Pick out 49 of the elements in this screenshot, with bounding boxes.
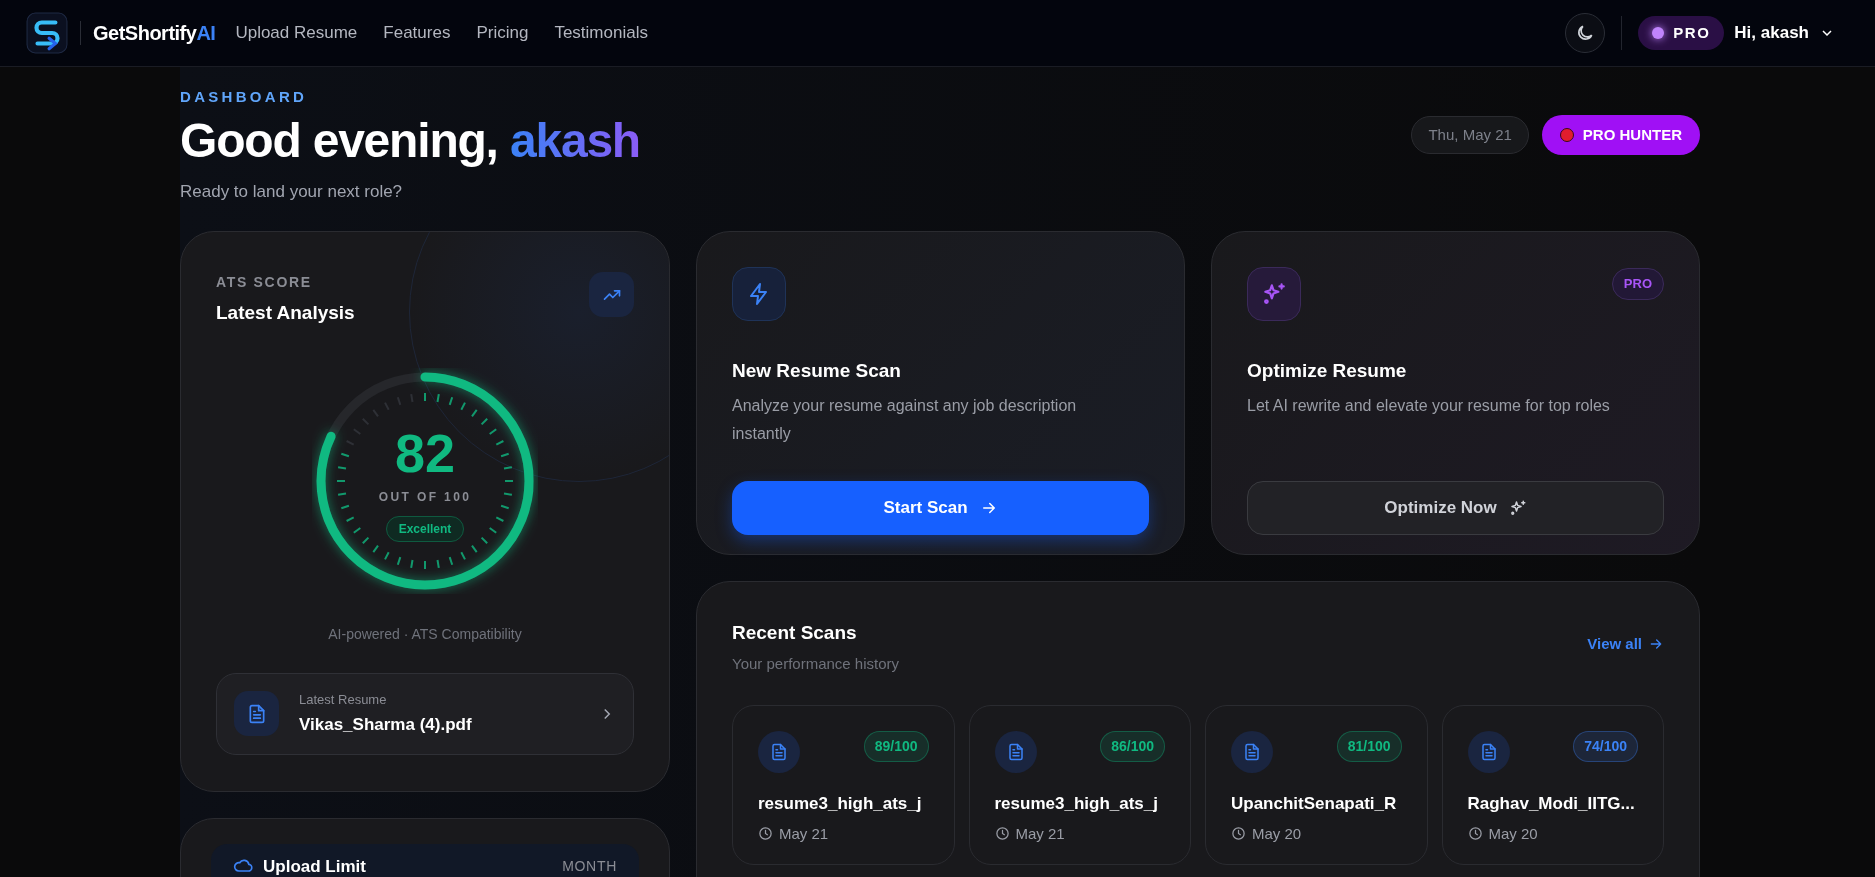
- file-name: resume3_high_ats_j: [758, 793, 923, 815]
- nav-link[interactable]: Features: [383, 20, 451, 46]
- nav-link[interactable]: Pricing: [476, 20, 529, 46]
- date-badge: Thu, May 21: [1411, 116, 1529, 154]
- scan-date: May 21: [1015, 823, 1065, 844]
- scan-item-card[interactable]: 89/100 resume3_high_ats_j May 21: [732, 705, 955, 865]
- page-subtitle: Ready to land your next role?: [180, 181, 404, 204]
- plan-badge: PRO: [1638, 16, 1725, 50]
- scan-date: May 20: [1488, 823, 1538, 844]
- pro-badge: PRO: [1611, 268, 1664, 300]
- scan-date: May 21: [779, 823, 829, 844]
- rating-badge: Excellent: [385, 515, 465, 542]
- file-name: Vikas_Sharma (4).pdf: [299, 713, 473, 736]
- card-title: Optimize Resume: [1247, 359, 1408, 383]
- nav-link[interactable]: Testimonials: [554, 20, 648, 46]
- scan-item-card[interactable]: 86/100 resume3_high_ats_j May 21: [968, 705, 1191, 865]
- card-subtitle: Your performance history: [732, 653, 900, 674]
- score-caption: OUT OF 100: [378, 488, 472, 506]
- score-badge: 89/100: [863, 731, 929, 762]
- period-label: MONTH: [562, 859, 617, 873]
- file-name: resume3_high_ats_j: [994, 793, 1159, 815]
- card-title: Latest Analysis: [216, 301, 355, 325]
- optimize-now-button[interactable]: Optimize Now: [1247, 480, 1664, 535]
- rank-badge: PRO HUNTER: [1541, 115, 1700, 155]
- card-description: Let AI rewrite and elevate your resume for top roles: [1247, 395, 1611, 416]
- scan-item-card[interactable]: 74/100 Raghav_Modi_IITG... May 20: [1441, 705, 1664, 865]
- score-badge: 81/100: [1336, 731, 1402, 762]
- card-eyebrow: ATS SCORE: [216, 273, 313, 292]
- card-title: Upload Limit: [263, 857, 366, 875]
- page-heading: Good evening, akash: [180, 114, 640, 168]
- card-description: Analyze your resume against any job description instantly: [732, 395, 1078, 444]
- file-name: UpanchitSenapati_R: [1231, 793, 1398, 815]
- card-title: Recent Scans: [732, 621, 858, 645]
- scan-item-card[interactable]: 81/100 UpanchitSenapati_R May 20: [1205, 705, 1428, 865]
- user-menu[interactable]: Hi, akash: [1734, 20, 1835, 46]
- nav-link[interactable]: Upload Resume: [235, 20, 358, 46]
- brand-logo[interactable]: GetShortifyAI: [93, 18, 216, 48]
- score-badge: 86/100: [1100, 731, 1165, 762]
- row-label: Latest Resume: [299, 691, 388, 709]
- gauge-caption: AI-powered · ATS Compatibility: [327, 624, 523, 644]
- card-title: New Resume Scan: [732, 359, 902, 383]
- scan-date: May 20: [1252, 823, 1302, 844]
- score-badge: 74/100: [1573, 731, 1638, 762]
- section-eyebrow: DASHBOARD: [180, 87, 309, 107]
- start-scan-button[interactable]: Start Scan: [732, 480, 1149, 535]
- file-name: Raghav_Modi_IITG...: [1467, 793, 1636, 815]
- score-value: 82: [394, 425, 456, 480]
- latest-resume-row[interactable]: Latest Resume Vikas_Sharma (4).pdf: [216, 672, 634, 755]
- view-all-link[interactable]: View all: [1587, 633, 1664, 656]
